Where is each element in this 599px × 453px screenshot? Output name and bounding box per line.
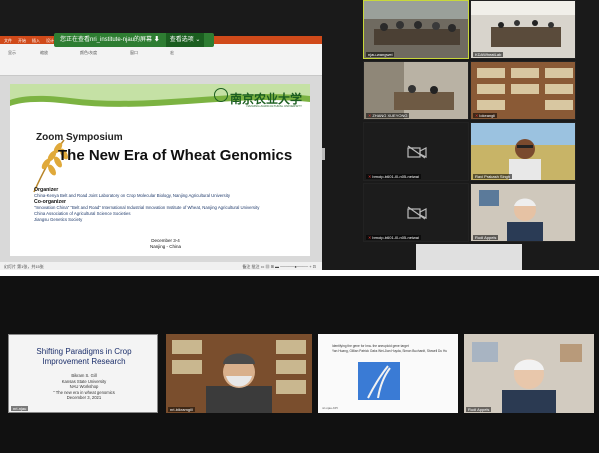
document-heading-text: Identifying the gene for Ima- the aneupl… [332, 344, 409, 348]
empty-tile [416, 244, 522, 270]
organizer-text: China-Kenya Belt and Road Joint Laborato… [34, 193, 231, 198]
symposium-label: Zoom Symposium [36, 132, 123, 143]
video-tile[interactable]: Ravi Prakash Singh [470, 122, 576, 181]
participant-name: ✕ brnoip-b601-l0-n05-neiwai [366, 235, 421, 240]
ribbon-group: 宏 [170, 50, 174, 55]
statusbar-left: 幻灯片 第1张，共15张 [4, 264, 44, 269]
participant-name: ✕ brnoip-b601-l0-n05-neiwai [366, 174, 421, 179]
muted-mic-icon: ✕ [368, 235, 372, 240]
participant-name: nri-bikramgill [168, 407, 195, 412]
participant-name-text: brnoip-b601-l0-n05-neiwai [372, 174, 419, 179]
shared-slide-tile[interactable]: Shifting Paradigms in Crop Improvement R… [8, 334, 158, 413]
person-scene [464, 334, 594, 413]
speaker-scene [166, 334, 312, 413]
video-tile[interactable]: KDAWheatLab [470, 0, 576, 59]
video-tile[interactable]: ✕ lokeangli [470, 61, 576, 120]
wheat-spike-image [358, 362, 400, 400]
date-text: December 3-4 [151, 238, 180, 243]
coorganizer-text: Jiangsu Genetics Society [34, 217, 83, 222]
video-tile[interactable]: ✕ brnoip-b601-l0-n05-neiwai [363, 122, 469, 181]
document-heading: Identifying the gene for Ima- the aneupl… [332, 344, 452, 353]
share-banner-text: 您正在查看nri_institute-njau的屏幕 ⬇ [60, 37, 160, 43]
shared-screen: 文件 开始 插入 设计 切换 动画 幻灯片放映 审阅 视图 帮助 告诉我你想要做… [0, 36, 322, 270]
presentation-slide: 南京农业大学 NANJING AGRICULTURAL UNIVERSITY Z… [10, 84, 310, 256]
participant-name-text: brnoip-b601-l0-n05-neiwai [372, 235, 419, 240]
wheat-icon [33, 139, 68, 193]
muted-mic-icon: ✕ [368, 113, 372, 118]
camera-off-icon [407, 145, 427, 159]
university-seal-icon [214, 88, 228, 102]
statusbar-right[interactable]: 备注 批注 ▭ ▦ ⊞ ▬ ─────●──── + ⊡ [242, 264, 316, 270]
office-scene [364, 62, 468, 119]
ribbon-group: 缩放 [40, 50, 48, 55]
person-scene [471, 184, 575, 241]
video-tile[interactable]: ✕ brnoip-b601-l0-n05-neiwai [363, 183, 469, 242]
ribbon-tab[interactable]: 插入 [32, 38, 40, 43]
slide-line: " The new era in wheat genomics [53, 389, 115, 395]
muted-mic-icon: ✕ [368, 174, 372, 179]
participant-video-tile[interactable]: Rudi Appels [464, 334, 594, 413]
divider-handle[interactable] [322, 148, 325, 160]
ribbon-group: 显示 [8, 50, 16, 55]
participant-name: njau-wangwei [366, 52, 395, 57]
camera-off-icon [407, 206, 427, 220]
speaker-video-tile[interactable]: nri-bikramgill [166, 334, 312, 413]
ribbon-group: 窗口 [130, 50, 138, 55]
participant-name: KDAWheatLab [473, 52, 504, 57]
video-tile[interactable]: Rudi Appels [470, 183, 576, 242]
participant-name-text: ZHANG XUEYONG [372, 113, 408, 118]
participant-name: Rudi Appels [466, 407, 492, 412]
split-divider[interactable] [322, 36, 362, 270]
conference-scene [471, 1, 575, 58]
top-zoom-screenshot: 文件 开始 插入 设计 切换 动画 幻灯片放映 审阅 视图 帮助 告诉我你想要做… [0, 0, 599, 270]
bookshelf-scene [471, 62, 575, 119]
bottom-slide-subtitle: Bikram S. Gill Kansas State University N… [19, 373, 149, 401]
location-text: Nanjing - China [150, 244, 182, 249]
screen-share-banner[interactable]: 您正在查看nri_institute-njau的屏幕 ⬇ 查看选项 ⌄ [54, 33, 214, 47]
muted-mic-icon: ✕ [475, 113, 479, 118]
ribbon-tab[interactable]: 文件 [4, 38, 12, 43]
view-options-button[interactable]: 查看选项 ⌄ [165, 33, 205, 47]
slide-line: Bikram S. Gill [71, 373, 97, 378]
document-footer: nri-njau-KPI [322, 406, 338, 410]
powerpoint-statusbar: 幻灯片 第1张，共15张 备注 批注 ▭ ▦ ⊞ ▬ ─────●──── + … [0, 262, 322, 270]
bottom-zoom-screenshot: Shifting Paradigms in Crop Improvement R… [0, 276, 599, 453]
video-tile[interactable]: njau-wangwei [363, 0, 469, 59]
video-tile[interactable]: ✕ ZHANG XUEYONG [363, 61, 469, 120]
participant-name: ✕ lokeangli [473, 113, 498, 118]
ribbon-group: 颜色/灰度 [80, 50, 98, 55]
slide-line: NAU Workshop [69, 384, 99, 389]
participant-name-text: lokeangli [479, 113, 496, 118]
coorganizer-text: China Association of Agricultural Scienc… [34, 211, 131, 216]
slide-line: December 3, 2021 [66, 395, 102, 400]
participant-name: nri-njau [11, 406, 29, 411]
shared-document-tile[interactable]: Identifying the gene for Ima- the aneupl… [318, 334, 458, 413]
field-person-scene [471, 123, 575, 180]
slide-title: The New Era of Wheat Genomics [58, 147, 293, 164]
participant-name: ✕ ZHANG XUEYONG [366, 113, 410, 118]
slide-line: Kansas State University [61, 378, 107, 384]
organizer-block: Organizer China-Kenya Belt and Road Join… [34, 187, 314, 223]
event-date: December 3-4 Nanjing - China [150, 238, 181, 250]
participant-name: Ravi Prakash Singh [473, 174, 513, 179]
coorganizer-text: "Innovation China" "Belt and Road" Inter… [34, 205, 260, 210]
bottom-slide-title: Shifting Paradigms in Crop Improvement R… [36, 347, 132, 366]
meeting-room-scene [364, 1, 468, 58]
document-authors: Yan Huang, Gillian Patrick Oaks Wei-Jian… [332, 348, 448, 353]
participant-name: Rudi Appels [473, 235, 499, 240]
university-logo-subtitle: NANJING AGRICULTURAL UNIVERSITY [246, 104, 302, 108]
ribbon-tab[interactable]: 开始 [18, 38, 26, 43]
ribbon-tab[interactable]: 设计 [46, 38, 54, 43]
